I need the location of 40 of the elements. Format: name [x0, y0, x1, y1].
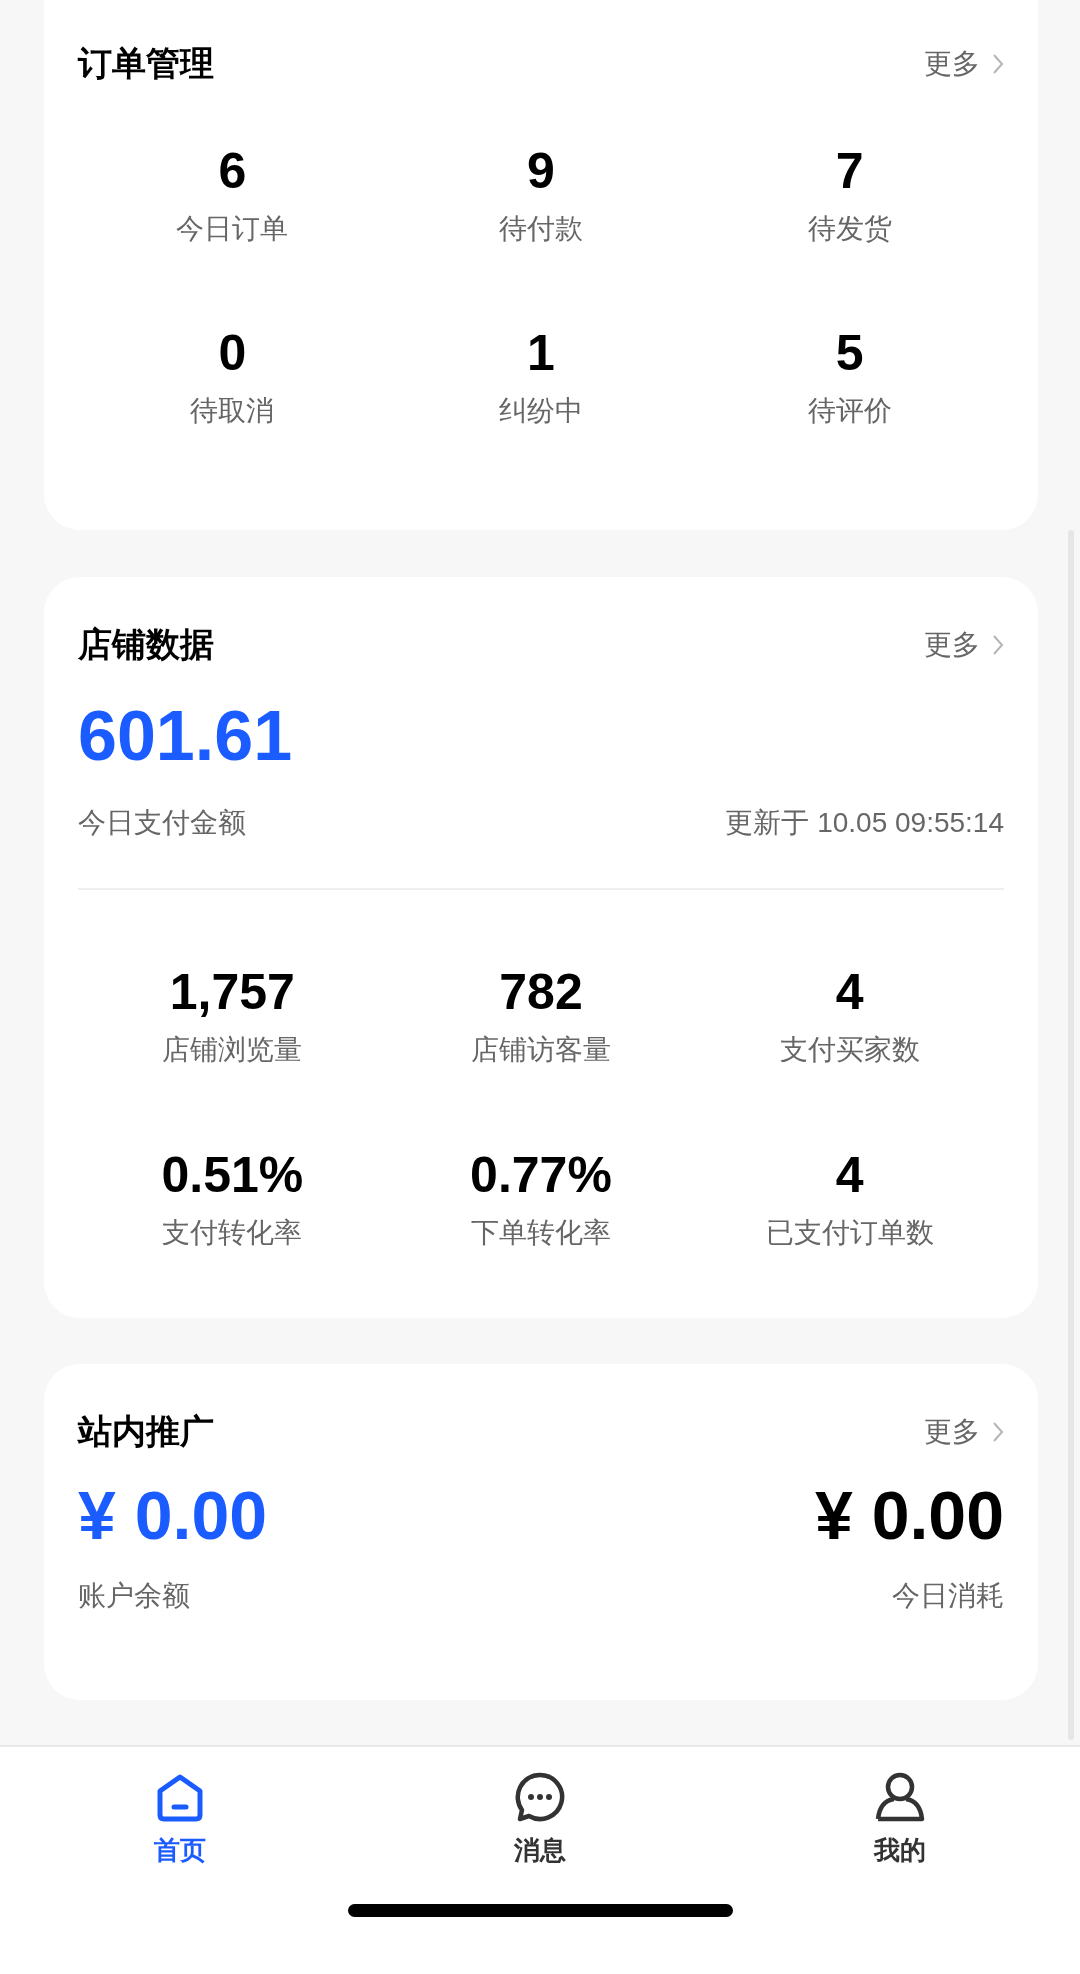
payment-amount: 601.61 — [78, 696, 294, 776]
more-link[interactable]: 更多 — [924, 42, 1004, 85]
stat-value: 6 — [218, 142, 247, 201]
stat-label: 已支付订单数 — [765, 1216, 934, 1250]
spend-label: 今日消耗 — [892, 1579, 1004, 1613]
stat-label: 支付买家数 — [779, 1033, 920, 1067]
stat-value: 782 — [499, 963, 583, 1022]
tab[interactable]: 首页 — [152, 1769, 208, 1870]
tab[interactable]: 我的 — [872, 1769, 928, 1870]
card-title: 站内推广 — [78, 1411, 214, 1452]
stat-label: 待评价 — [807, 394, 892, 428]
stat-label: 待发货 — [807, 212, 892, 246]
stat-value: 1 — [527, 324, 555, 383]
stat-value: 7 — [835, 142, 864, 201]
stat-label: 纠纷中 — [499, 394, 583, 428]
stat-label: 店铺访客量 — [471, 1033, 611, 1067]
stat-value: 4 — [835, 963, 864, 1022]
stat-value: 5 — [835, 324, 864, 383]
more-link[interactable]: 更多 — [924, 623, 1004, 666]
stat-label: 待付款 — [499, 212, 583, 246]
more-link[interactable]: 更多 — [924, 1410, 1004, 1453]
tab[interactable]: 消息 — [512, 1769, 568, 1870]
stat-value: 4 — [835, 1146, 864, 1205]
stat-label: 待取消 — [190, 394, 275, 428]
stat-value: 9 — [527, 142, 555, 201]
stat-label: 下单转化率 — [471, 1216, 611, 1250]
update-time: 更新于 10.05 09:55:14 — [725, 806, 1004, 840]
card-title: 店铺数据 — [78, 624, 214, 665]
card-title: 订单管理 — [78, 43, 214, 84]
amount-label: 今日支付金额 — [78, 806, 246, 840]
stat-value: 0.51% — [161, 1146, 304, 1205]
balance-label: 账户余额 — [78, 1579, 190, 1613]
stat-label: 支付转化率 — [162, 1216, 303, 1250]
stat-value: 0 — [218, 324, 247, 383]
stat-label: 今日订单 — [176, 212, 289, 246]
stat-value: 1,757 — [169, 963, 295, 1022]
stat-label: 店铺浏览量 — [162, 1033, 303, 1067]
account-balance: ¥ 0.00 — [78, 1476, 268, 1555]
today-spend: ¥ 0.00 — [814, 1476, 1004, 1555]
stat-value: 0.77% — [470, 1146, 612, 1205]
